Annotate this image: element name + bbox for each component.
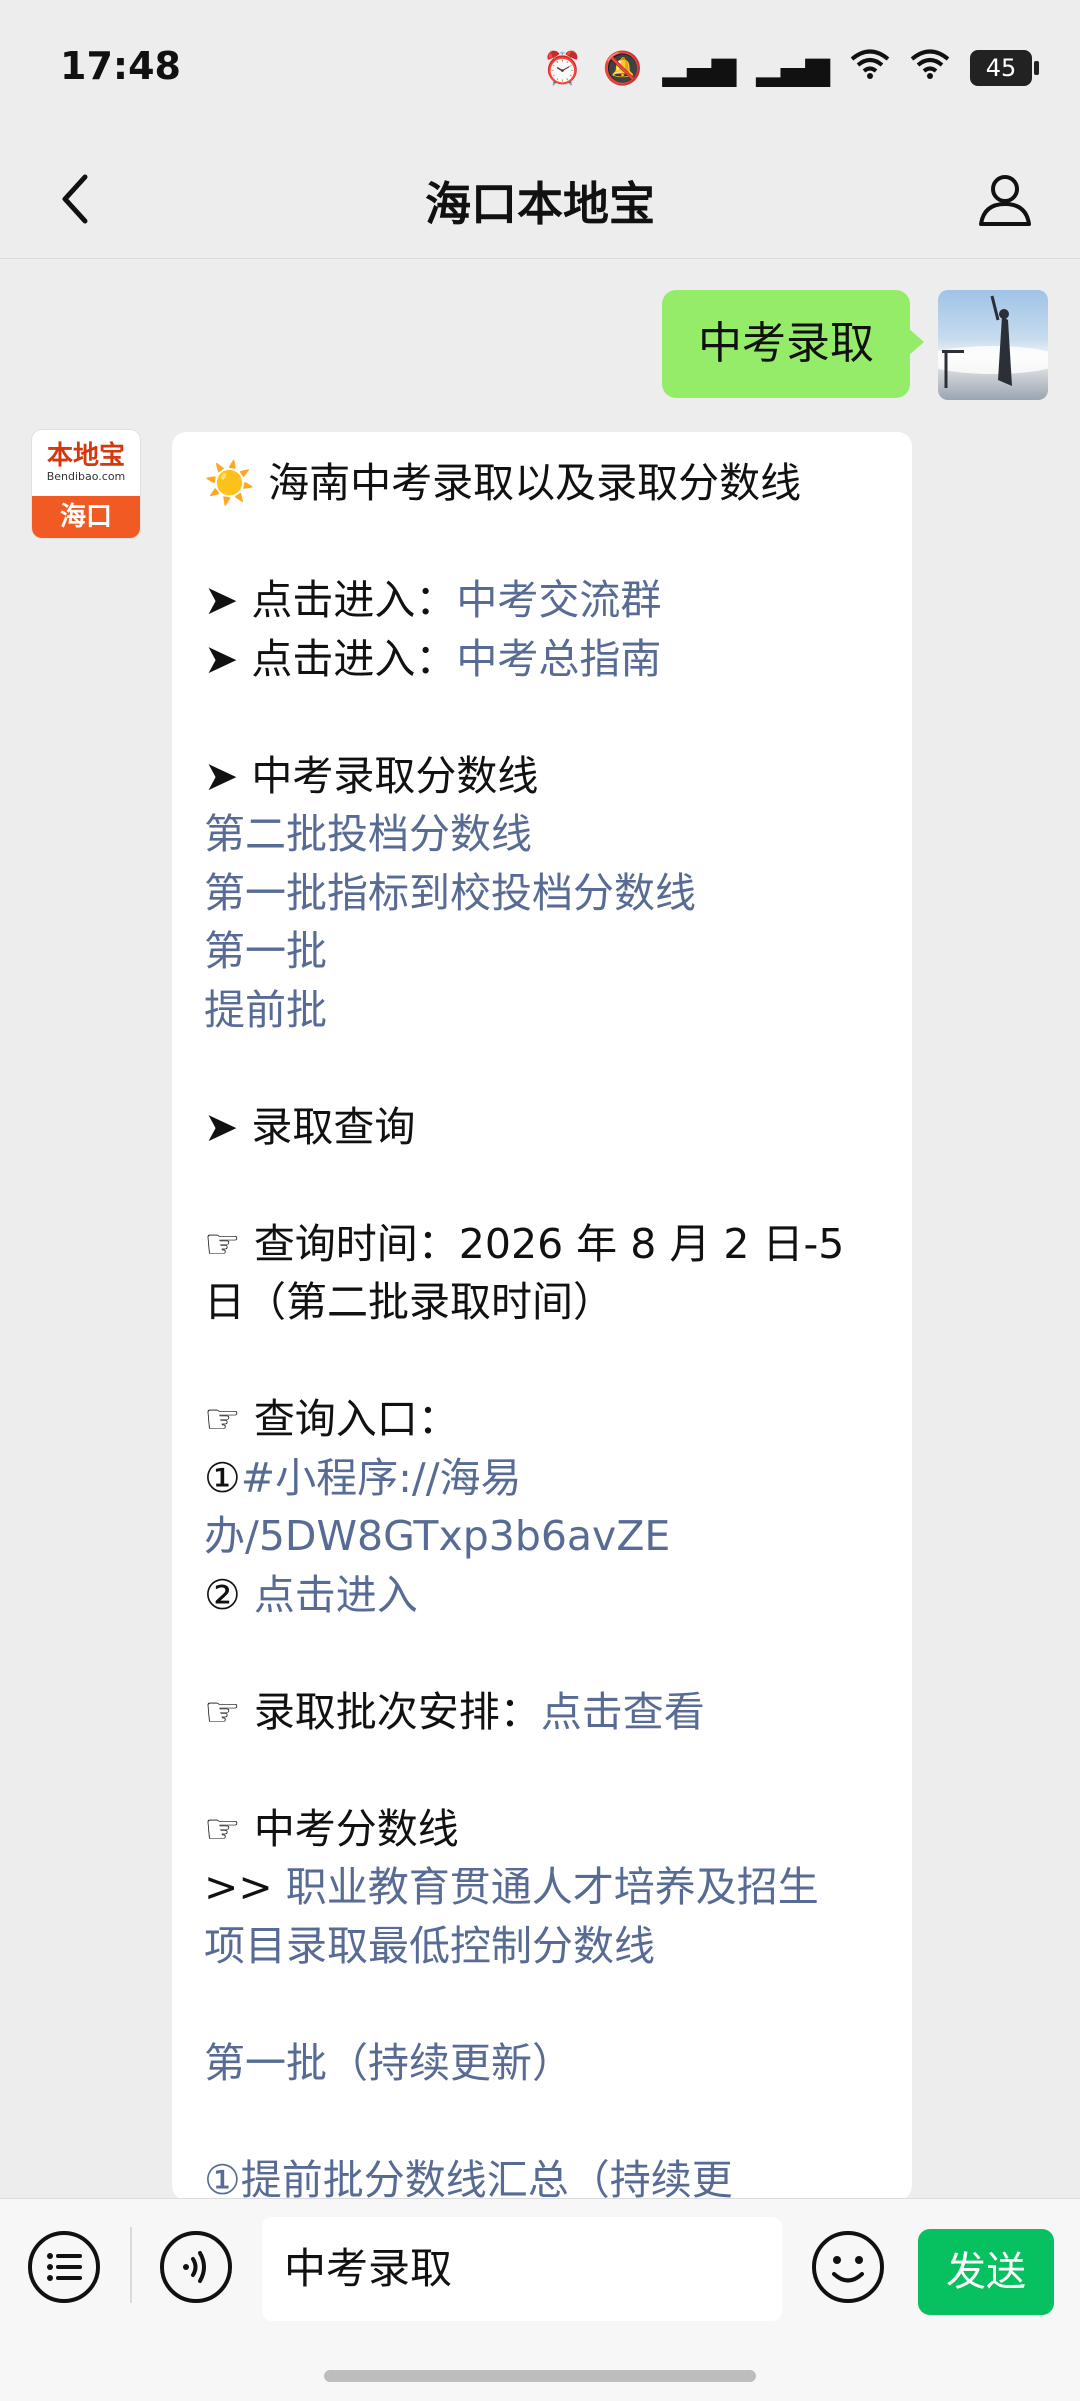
circle-number-2: ② xyxy=(204,1570,241,1619)
enter-label-2: 点击进入： xyxy=(251,634,457,683)
score-link-quota-to-school[interactable]: 第一批指标到校投档分数线 xyxy=(204,869,696,917)
double-arrow-prefix: >> xyxy=(204,1863,273,1911)
user-avatar[interactable] xyxy=(938,290,1048,400)
mute-icon: 🔕 xyxy=(602,48,643,87)
alarm-icon: ⏰ xyxy=(542,48,583,87)
query-time-line2: 日（第二批录取时间） xyxy=(204,1278,614,1326)
first-batch-update-link[interactable]: 第一批（持续更新） xyxy=(204,2039,573,2087)
score-link-second-batch[interactable]: 第二批投档分数线 xyxy=(204,810,532,858)
voice-icon xyxy=(160,2231,232,2303)
arrow-icon: ➤ xyxy=(204,751,239,800)
score-link-first-batch[interactable]: 第一批 xyxy=(204,927,327,975)
exchange-group-link[interactable]: 中考交流群 xyxy=(456,576,661,624)
bot-avatar-city: 海口 xyxy=(32,496,140,538)
signal-5g-second-icon: ▂▄▆ xyxy=(756,48,830,87)
status-icons: ⏰ 🔕 ▂▄▆ ▂▄▆ 45 xyxy=(542,48,1039,87)
miniprogram-link-line1[interactable]: #小程序://海易 xyxy=(241,1454,522,1502)
vocational-link-line2[interactable]: 项目录取最低控制分数线 xyxy=(204,1922,655,1970)
pointing-hand-icon: ☞ xyxy=(204,1804,241,1853)
menu-button[interactable] xyxy=(26,2229,102,2305)
page-title: 海口本地宝 xyxy=(425,177,655,231)
batch-view-link[interactable]: 点击查看 xyxy=(541,1688,705,1736)
profile-button[interactable] xyxy=(966,160,1044,238)
list-menu-icon xyxy=(28,2231,100,2303)
input-bar-divider xyxy=(130,2227,132,2303)
person-icon xyxy=(979,175,1031,226)
arrow-icon: ➤ xyxy=(204,634,239,683)
batch-label: 录取批次安排： xyxy=(253,1687,541,1736)
miniprogram-link-line2[interactable]: 办/5DW8GTxp3b6avZE xyxy=(204,1512,670,1560)
emoji-icon xyxy=(812,2231,884,2303)
wifi-icon xyxy=(850,48,890,87)
battery-icon: 45 xyxy=(970,49,1039,86)
score-heading: 中考录取分数线 xyxy=(251,751,539,800)
home-indicator[interactable] xyxy=(324,2370,756,2382)
bot-avatar-domain: Bendibao.com xyxy=(46,470,126,483)
pointing-hand-icon: ☞ xyxy=(204,1687,241,1736)
score-line-heading: 中考分数线 xyxy=(253,1804,459,1853)
circle-number-1: ① xyxy=(204,1453,241,1502)
signal-5g-icon: ▂▄▆ xyxy=(662,48,737,87)
query-entry-label: 查询入口： xyxy=(253,1395,459,1443)
bot-avatar-logo: 本地宝 Bendibao.com xyxy=(32,430,140,496)
wifi-second-icon xyxy=(910,48,950,87)
score-link-early-batch[interactable]: 提前批 xyxy=(204,986,327,1034)
status-time: 17:48 xyxy=(60,44,181,88)
navigation-bar: 海口本地宝 xyxy=(0,140,1080,259)
send-button[interactable]: 发送 xyxy=(918,2229,1054,2315)
status-bar: 17:48 ⏰ 🔕 ▂▄▆ ▂▄▆ 45 xyxy=(0,0,1080,140)
message-title: 海南中考录取以及录取分数线 xyxy=(268,459,802,507)
pointing-hand-icon: ☞ xyxy=(204,1395,241,1443)
bot-message-bubble: ☀️ 海南中考录取以及录取分数线 ➤ 点击进入：中考交流群 ➤ 点击进入：中考总… xyxy=(172,432,912,2200)
vocational-link-line1[interactable]: 职业教育贯通人才培养及招生 xyxy=(286,1863,819,1911)
bot-message-content: ☀️ 海南中考录取以及录取分数线 ➤ 点击进入：中考交流群 ➤ 点击进入：中考总… xyxy=(204,454,894,2200)
enter-label-1: 点击进入： xyxy=(251,576,457,624)
bot-avatar[interactable]: 本地宝 Bendibao.com 海口 xyxy=(32,430,140,538)
arrow-icon: ➤ xyxy=(204,576,239,624)
emoji-button[interactable] xyxy=(810,2229,886,2305)
sun-icon: ☀️ xyxy=(204,459,256,507)
arrow-icon: ➤ xyxy=(204,1102,239,1151)
exam-guide-link[interactable]: 中考总指南 xyxy=(456,635,661,683)
bot-avatar-brand: 本地宝 xyxy=(46,441,125,471)
pointing-hand-icon: ☞ xyxy=(204,1219,241,1268)
message-input[interactable]: 中考录取 xyxy=(262,2217,782,2321)
early-batch-summary-link[interactable]: ①提前批分数线汇总（持续更 xyxy=(204,2156,733,2201)
voice-button[interactable] xyxy=(158,2229,234,2305)
entry-link-2[interactable]: 点击进入 xyxy=(254,1571,418,1619)
query-time-line1: 查询时间：2026 年 8 月 2 日-5 xyxy=(253,1219,845,1268)
query-heading: 录取查询 xyxy=(251,1102,416,1151)
user-message-bubble[interactable]: 中考录取 xyxy=(662,290,924,398)
avatar-image xyxy=(938,295,1048,388)
